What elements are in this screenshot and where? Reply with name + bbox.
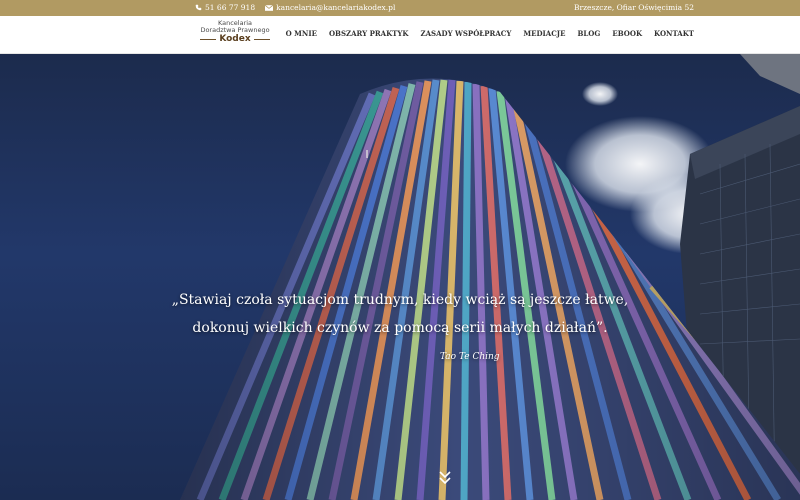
nav-item-mediacje[interactable]: MEDIACJE bbox=[523, 29, 565, 38]
main-navigation: O MNIE OBSZARY PRAKTYK ZASADY WSPÓŁPRACY… bbox=[286, 29, 694, 38]
top-contact-bar: 51 66 77 918 kancelaria@kancelariakodex.… bbox=[0, 0, 800, 16]
email-contact[interactable]: kancelaria@kancelariakodex.pl bbox=[265, 3, 395, 12]
phone-icon bbox=[195, 4, 202, 11]
envelope-icon bbox=[265, 4, 274, 11]
nav-item-ebook[interactable]: EBOOK bbox=[612, 29, 642, 38]
phone-contact[interactable]: 51 66 77 918 bbox=[195, 3, 255, 12]
logo-wordmark: Kodex bbox=[219, 34, 251, 44]
phone-number: 51 66 77 918 bbox=[205, 3, 256, 12]
site-header: Kancelaria Doradztwa Prawnego Kodex O MN… bbox=[0, 16, 800, 54]
logo-wordmark-row: Kodex bbox=[200, 35, 270, 44]
office-address: Brzeszcze, Ofiar Oświęcimia 52 bbox=[574, 3, 694, 12]
logo-rule-right bbox=[253, 39, 270, 40]
nav-item-o-mnie[interactable]: O MNIE bbox=[286, 29, 317, 38]
quote-line-2: dokonuj wielkich czynów za pomocą serii … bbox=[192, 320, 608, 336]
hero-background-image bbox=[180, 54, 800, 500]
nav-item-blog[interactable]: BLOG bbox=[577, 29, 600, 38]
nav-item-obszary-praktyk[interactable]: OBSZARY PRAKTYK bbox=[329, 29, 409, 38]
nav-item-zasady-wspolpracy[interactable]: ZASADY WSPÓŁPRACY bbox=[420, 29, 511, 38]
quote-author: Tao Te Ching bbox=[440, 352, 500, 362]
contact-info: 51 66 77 918 kancelaria@kancelariakodex.… bbox=[195, 3, 395, 12]
hero-section: „Stawiaj czoła sytuacjom trudnym, kiedy … bbox=[0, 54, 800, 500]
double-chevron-down-icon[interactable] bbox=[438, 470, 452, 486]
nav-item-kontakt[interactable]: KONTAKT bbox=[654, 29, 694, 38]
logo-line-2: Doradztwa Prawnego bbox=[200, 26, 270, 34]
quote-line-1: „Stawiaj czoła sytuacjom trudnym, kiedy … bbox=[171, 292, 629, 308]
site-logo[interactable]: Kancelaria Doradztwa Prawnego Kodex bbox=[200, 20, 270, 48]
hero-quote: „Stawiaj czoła sytuacjom trudnym, kiedy … bbox=[0, 286, 800, 342]
logo-rule-left bbox=[200, 39, 217, 40]
email-address: kancelaria@kancelariakodex.pl bbox=[276, 3, 396, 12]
